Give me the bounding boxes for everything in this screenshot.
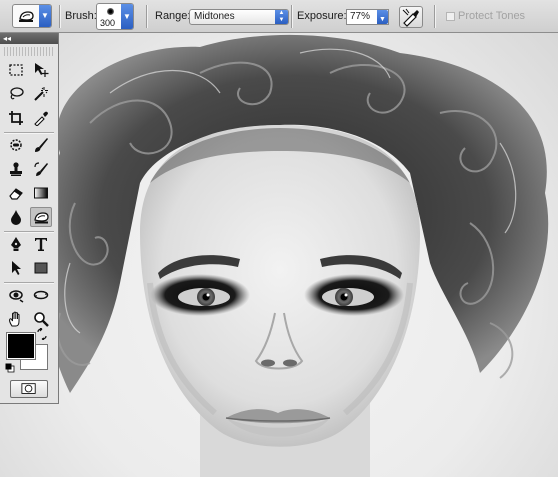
- tool-preset-picker[interactable]: ▼: [12, 4, 52, 28]
- exposure-value: 77%: [350, 11, 371, 22]
- swap-colors-icon[interactable]: [36, 328, 48, 340]
- gradient-tool[interactable]: [30, 183, 52, 203]
- airbrush-button[interactable]: [399, 6, 423, 28]
- range-select-value: Midtones: [194, 11, 235, 22]
- document-canvas[interactable]: [0, 33, 558, 477]
- rectangle-shape-icon: [34, 262, 48, 274]
- path-selection-tool[interactable]: [5, 258, 27, 278]
- divider: [4, 132, 54, 133]
- chevron-down-icon[interactable]: ▼: [39, 5, 51, 27]
- hand-tool[interactable]: [5, 309, 27, 329]
- rotate-view-tool[interactable]: [5, 285, 27, 305]
- path-selection-icon: [12, 261, 21, 275]
- toolbox-collapse-button[interactable]: ◂◂: [0, 33, 58, 44]
- brush-tip-icon: [107, 8, 114, 15]
- quick-mask-button[interactable]: [10, 380, 48, 398]
- type-icon: [35, 238, 47, 251]
- rectangular-marquee-icon: [9, 64, 23, 76]
- type-tool[interactable]: [30, 234, 52, 254]
- gradient-icon: [34, 187, 48, 199]
- brush-label: Brush:: [65, 10, 97, 22]
- toolbox-grip[interactable]: [4, 47, 54, 56]
- spot-healing-icon: [10, 139, 22, 151]
- dodge-tool[interactable]: [30, 207, 52, 227]
- history-brush-icon: [34, 162, 48, 176]
- history-brush-tool[interactable]: [30, 159, 52, 179]
- rectangle-shape-tool[interactable]: [30, 258, 52, 278]
- zoom-icon: [34, 312, 49, 327]
- hand-icon: [9, 311, 20, 327]
- exposure-label: Exposure:: [297, 10, 347, 22]
- lasso-tool[interactable]: [5, 84, 27, 104]
- divider: [146, 5, 147, 28]
- toolbox-panel: ◂◂: [0, 33, 59, 404]
- range-select[interactable]: Midtones ▲ ▼: [189, 9, 289, 25]
- protect-tones-label: Protect Tones: [458, 10, 526, 22]
- 3d-orbit-tool[interactable]: [30, 285, 52, 305]
- rectangular-marquee-tool[interactable]: [5, 60, 27, 80]
- clone-stamp-icon: [10, 162, 22, 176]
- move-icon: [35, 63, 49, 77]
- divider: [434, 5, 435, 28]
- pen-icon: [11, 237, 21, 251]
- quick-mask-icon: [21, 383, 36, 394]
- dodge-icon: [34, 212, 49, 224]
- eyedropper-icon: [34, 111, 48, 126]
- chevron-down-icon[interactable]: ▼: [121, 4, 133, 29]
- range-label: Range:: [155, 10, 191, 22]
- magic-wand-tool[interactable]: [30, 84, 52, 104]
- sponge-icon: [19, 11, 34, 22]
- rotate-view-icon: [9, 290, 24, 303]
- eraser-icon: [9, 188, 23, 200]
- divider: [4, 231, 54, 232]
- brush-picker[interactable]: 300 ▼: [96, 3, 134, 30]
- divider: [291, 5, 292, 28]
- brush-icon: [35, 138, 48, 152]
- eraser-tool[interactable]: [5, 183, 27, 203]
- airbrush-icon: [402, 8, 419, 27]
- blur-tool[interactable]: [5, 207, 27, 227]
- protect-tones-checkbox[interactable]: [446, 12, 455, 21]
- pen-tool[interactable]: [5, 234, 27, 254]
- eyedropper-tool[interactable]: [30, 108, 52, 128]
- lasso-icon: [10, 87, 24, 100]
- 3d-orbit-icon: [33, 290, 49, 300]
- blur-icon: [11, 210, 21, 225]
- double-arrow-left-icon: ◂◂: [3, 34, 12, 43]
- divider: [59, 5, 60, 28]
- move-tool[interactable]: [30, 60, 52, 80]
- zoom-tool[interactable]: [30, 309, 52, 329]
- spot-healing-tool[interactable]: [5, 135, 27, 155]
- updown-arrows-icon: ▲ ▼: [275, 10, 288, 24]
- clone-stamp-tool[interactable]: [5, 159, 27, 179]
- brush-size-value: 300: [100, 18, 116, 28]
- default-colors-icon[interactable]: [5, 363, 15, 373]
- portrait-photo: [41, 34, 549, 477]
- crop-tool[interactable]: [5, 108, 27, 128]
- crop-icon: [9, 111, 23, 125]
- divider: [4, 282, 54, 283]
- foreground-color-swatch[interactable]: [6, 332, 36, 360]
- brush-tool[interactable]: [30, 135, 52, 155]
- chevron-down-icon[interactable]: ▼: [377, 10, 388, 24]
- exposure-field[interactable]: 77% ▼: [346, 9, 389, 25]
- magic-wand-icon: [34, 87, 48, 101]
- options-bar: ▼ Brush: 300 ▼ Range: Midtones ▲ ▼ Exposu…: [0, 0, 558, 33]
